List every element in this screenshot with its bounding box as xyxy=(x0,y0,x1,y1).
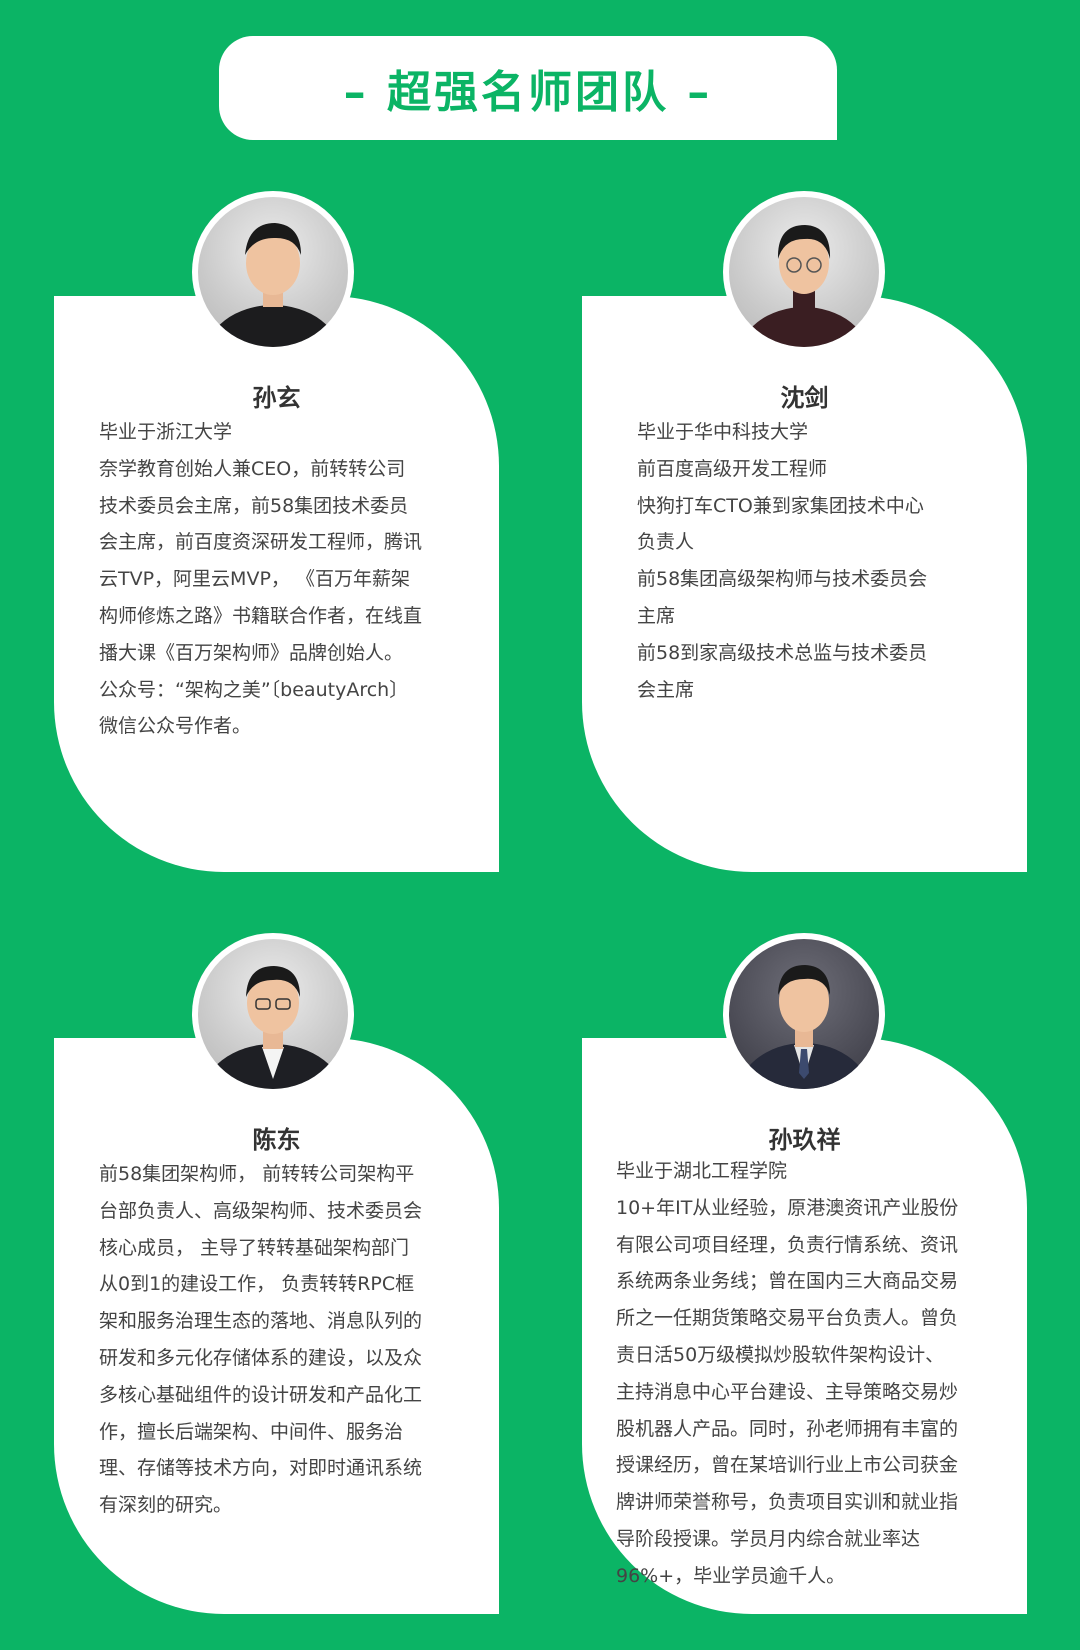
bio-line: 从0到1的建设工作， 负责转转RPC框 xyxy=(99,1273,415,1296)
bio-line: 授课经历，曾在某培训行业上市公司获金 xyxy=(616,1454,959,1477)
bio-line: 导阶段授课。学员月内综合就业率达 xyxy=(616,1527,921,1550)
teacher-card: 孙玄 毕业于浙江大学 奈学教育创始人兼CEO，前转转公司 技术委员会主席，前58… xyxy=(54,296,499,872)
bio-line: 负责人 xyxy=(637,531,695,554)
bio-line: 研发和多元化存储体系的建设，以及众 xyxy=(99,1346,423,1369)
teacher-bio: 毕业于湖北工程学院 10+年IT从业经验，原港澳资讯产业股份 有限公司项目经理，… xyxy=(616,1153,958,1595)
bio-line: 股机器人产品。同时，孙老师拥有丰富的 xyxy=(616,1417,959,1440)
bio-line: 技术委员会主席，前58集团技术委员 xyxy=(99,494,409,517)
bio-line: 架和服务治理生态的落地、消息队列的 xyxy=(99,1310,423,1333)
bio-line: 前58到家高级技术总监与技术委员 xyxy=(637,641,928,664)
bio-line: 10+年IT从业经验，原港澳资讯产业股份 xyxy=(616,1196,959,1219)
bio-line: 毕业于浙江大学 xyxy=(99,421,233,443)
bio-line: 理、存储等技术方向，对即时通讯系统 xyxy=(99,1457,423,1480)
avatar xyxy=(192,191,354,353)
bio-line: 微信公众号作者。 xyxy=(99,715,252,738)
bio-line: 作，擅长后端架构、中间件、服务治 xyxy=(99,1420,404,1443)
teacher-name: 沈剑 xyxy=(780,384,829,412)
bio-line: 奈学教育创始人兼CEO，前转转公司 xyxy=(99,457,406,480)
teacher-card: 孙玖祥 毕业于湖北工程学院 10+年IT从业经验，原港澳资讯产业股份 有限公司项… xyxy=(582,1038,1027,1614)
bio-line: 台部负责人、高级架构师、技术委员会 xyxy=(99,1199,423,1222)
teacher-bio: 前58集团架构师， 前转转公司架构平 台部负责人、高级架构师、技术委员会 核心成… xyxy=(99,1156,422,1524)
bio-line: 构师修炼之路》书籍联合作者，在线直 xyxy=(99,604,423,627)
bio-line: 主席 xyxy=(637,604,676,627)
bio-line: 云TVP，阿里云MVP， 《百万年薪架 xyxy=(99,568,410,591)
bio-line: 系统两条业务线；曾在国内三大商品交易 xyxy=(616,1270,959,1293)
bio-line: 所之一任期货策略交易平台负责人。曾负 xyxy=(616,1307,959,1330)
teacher-bio: 毕业于浙江大学 奈学教育创始人兼CEO，前转转公司 技术委员会主席，前58集团技… xyxy=(99,414,422,745)
bio-line: 公众号：“架构之美”〔beautyArch〕 xyxy=(99,678,409,701)
teacher-name: 孙玄 xyxy=(252,384,301,412)
bio-line: 主持消息中心平台建设、主导策略交易炒 xyxy=(616,1380,959,1403)
bio-line: 前百度高级开发工程师 xyxy=(637,457,828,480)
teacher-card: 陈东 前58集团架构师， 前转转公司架构平 台部负责人、高级架构师、技术委员会 … xyxy=(54,1038,499,1614)
teacher-name: 孙玖祥 xyxy=(768,1126,841,1154)
teacher-bio: 毕业于华中科技大学 前百度高级开发工程师 快狗打车CTO兼到家集团技术中心 负责… xyxy=(637,414,927,708)
bio-line: 责日活50万级模拟炒股软件架构设计、 xyxy=(616,1343,945,1366)
title-banner: – 超强名师团队 – xyxy=(219,36,837,140)
bio-line: 96%+，毕业学员逾千人。 xyxy=(616,1564,846,1587)
bio-line: 核心成员， 主导了转转基础架构部门 xyxy=(99,1236,410,1259)
avatar xyxy=(192,933,354,1095)
bio-line: 会主席，前百度资深研发工程师，腾讯 xyxy=(99,531,423,554)
bio-line: 有限公司项目经理，负责行情系统、资讯 xyxy=(616,1233,959,1256)
avatar xyxy=(723,191,885,353)
bio-line: 有深刻的研究。 xyxy=(99,1494,233,1517)
bio-line: 会主席 xyxy=(637,678,695,701)
bio-line: 毕业于华中科技大学 xyxy=(637,421,809,443)
bio-line: 前58集团高级架构师与技术委员会 xyxy=(637,568,928,591)
bio-line: 毕业于湖北工程学院 xyxy=(616,1160,788,1182)
teacher-card: 沈剑 毕业于华中科技大学 前百度高级开发工程师 快狗打车CTO兼到家集团技术中心… xyxy=(582,296,1027,872)
bio-line: 前58集团架构师， 前转转公司架构平 xyxy=(99,1163,415,1185)
bio-line: 牌讲师荣誉称号，负责项目实训和就业指 xyxy=(616,1491,959,1514)
avatar xyxy=(723,933,885,1095)
bio-line: 播大课《百万架构师》品牌创始人。 xyxy=(99,641,404,664)
bio-line: 快狗打车CTO兼到家集团技术中心 xyxy=(637,494,924,517)
teacher-name: 陈东 xyxy=(252,1126,301,1154)
page-title: – 超强名师团队 – xyxy=(343,67,713,118)
bio-line: 多核心基础组件的设计研发和产品化工 xyxy=(99,1383,423,1406)
